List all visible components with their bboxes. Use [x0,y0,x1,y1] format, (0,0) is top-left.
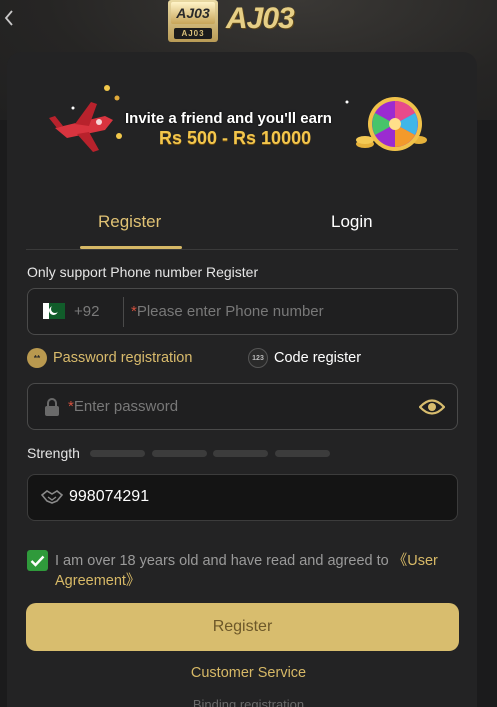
back-button[interactable] [0,6,18,30]
logo-text: AJ03 [226,2,295,35]
agreement-checkbox[interactable] [27,550,48,571]
handshake-icon [41,490,63,504]
banner-reward-range: Rs 500 - Rs 10000 [159,128,312,148]
registration-method-selector: ** Password registration 123 Code regist… [27,348,457,372]
banner-headline: Invite a friend and you'll earn [125,110,332,127]
code-register-label: Code register [274,350,362,366]
password-placeholder: Enter password [73,398,179,415]
agreement-statement: I am over 18 years old and have read and… [55,553,393,569]
customer-service-link[interactable]: Customer Service [0,665,497,681]
phone-placeholder: Please enter Phone number [136,303,324,320]
tab-login[interactable]: Login [331,212,373,232]
invite-code-field[interactable]: 998074291 [27,474,458,521]
password-strength-meter: Strength [27,445,347,461]
password-registration-label: Password registration [53,350,193,366]
password-field[interactable]: *Enter password [27,383,458,430]
strength-bar [90,450,145,457]
phone-field[interactable]: +92 *Please enter Phone number [27,288,458,335]
back-arrow-icon[interactable] [4,10,14,26]
lock-icon [45,398,59,416]
logo: AJ03 AJ03 AJ03 [168,0,295,42]
strength-bar [275,450,330,457]
pakistan-flag-icon[interactable] [43,303,65,319]
register-submit-button[interactable]: Register [26,603,459,651]
agreement-row: I am over 18 years old and have read and… [27,549,459,593]
eye-icon[interactable] [419,398,445,416]
prize-wheel-icon [368,97,422,151]
phone-only-note: Only support Phone number Register [27,264,259,280]
active-tab-indicator [80,246,182,249]
invite-code-input[interactable]: 998074291 [69,488,149,506]
logo-badge-top: AJ03 [171,2,215,24]
checkmark-icon [30,555,45,567]
code-register-option[interactable]: 123 Code register [248,348,361,368]
password-input[interactable]: *Enter password [68,398,178,415]
phone-input[interactable]: *Please enter Phone number [131,303,324,320]
strength-bar [213,450,268,457]
code-method-icon: 123 [248,348,268,368]
logo-badge-bottom: AJ03 [174,28,212,39]
auth-tabs: Register Login [26,200,458,250]
invite-banner[interactable]: Invite a friend and you'll earn Rs 500 -… [47,80,439,160]
strength-bar [152,450,207,457]
agreement-text: I am over 18 years old and have read and… [55,551,459,591]
password-registration-option[interactable]: ** Password registration [27,348,192,368]
tab-register[interactable]: Register [98,212,161,232]
password-method-icon: ** [27,348,47,368]
country-code[interactable]: +92 [74,303,99,320]
strength-label: Strength [27,445,80,461]
binding-registration-link[interactable]: Binding registration [0,697,497,707]
field-divider [123,297,124,327]
logo-badge: AJ03 AJ03 [168,0,218,42]
